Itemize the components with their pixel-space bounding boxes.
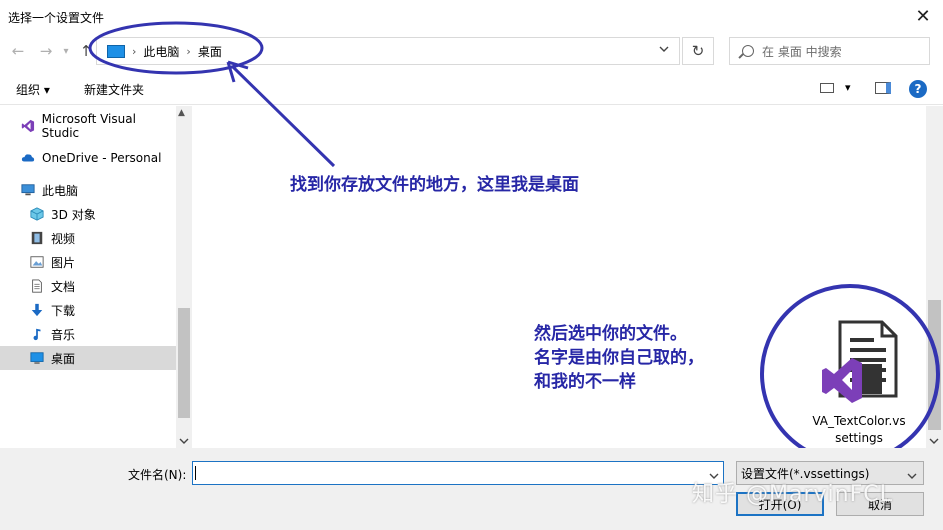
annotation-find-location: 找到你存放文件的地方，这里我是桌面 — [290, 175, 579, 195]
file-item[interactable] — [812, 318, 904, 414]
annotation-line: 然后选中你的文件。 — [534, 324, 687, 344]
vssettings-file-icon — [822, 320, 898, 403]
file-name-label[interactable]: VA_TextColor.vs settings — [808, 413, 910, 447]
filename-input[interactable] — [192, 461, 724, 485]
annotation-line: 名字是由你自己取的， — [534, 348, 704, 368]
annotation-line: 和我的不一样 — [534, 372, 636, 392]
file-name-line: settings — [835, 431, 883, 445]
filename-label: 文件名(N): — [128, 468, 187, 482]
chevron-down-icon — [907, 469, 917, 483]
file-name-line: VA_TextColor.vs — [812, 414, 906, 428]
watermark: 知乎 @MarvinFCL — [692, 482, 893, 507]
annotation-select-file: 然后选中你的文件。 名字是由你自己取的， 和我的不一样 — [534, 322, 704, 394]
text-cursor — [195, 466, 196, 480]
